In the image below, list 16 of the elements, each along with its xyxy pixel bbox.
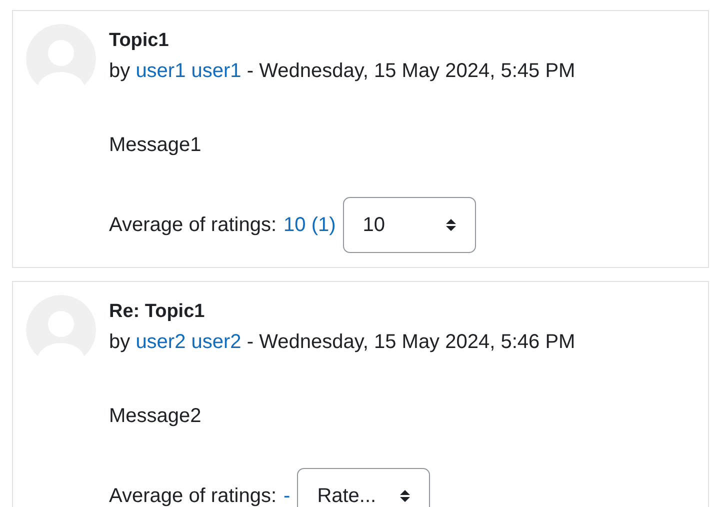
post-title: Re: Topic1 (109, 300, 205, 324)
post-title: Topic1 (109, 29, 169, 53)
post-message: Message1 (109, 133, 202, 158)
average-rating-link[interactable]: 10 (1) (284, 214, 336, 236)
average-rating-link[interactable]: - (284, 484, 290, 507)
sort-icon (399, 488, 412, 504)
ratings-label: Average of ratings: (109, 484, 277, 507)
ratings-label: Average of ratings: (109, 214, 277, 236)
post-byline: by user2 user2 - Wednesday, 15 May 2024, 5:46 PM (109, 330, 576, 355)
post-byline: by user1 user1 - Wednesday, 15 May 2024, 5:45 PM (109, 59, 576, 84)
rating-select[interactable]: Rate... (297, 468, 430, 507)
post-message: Message2 (109, 404, 202, 429)
rating-select[interactable]: 10 (342, 197, 476, 253)
author-link[interactable]: user1 user1 (136, 60, 242, 82)
sort-icon (444, 217, 457, 233)
author-link[interactable]: user2 user2 (136, 331, 242, 353)
